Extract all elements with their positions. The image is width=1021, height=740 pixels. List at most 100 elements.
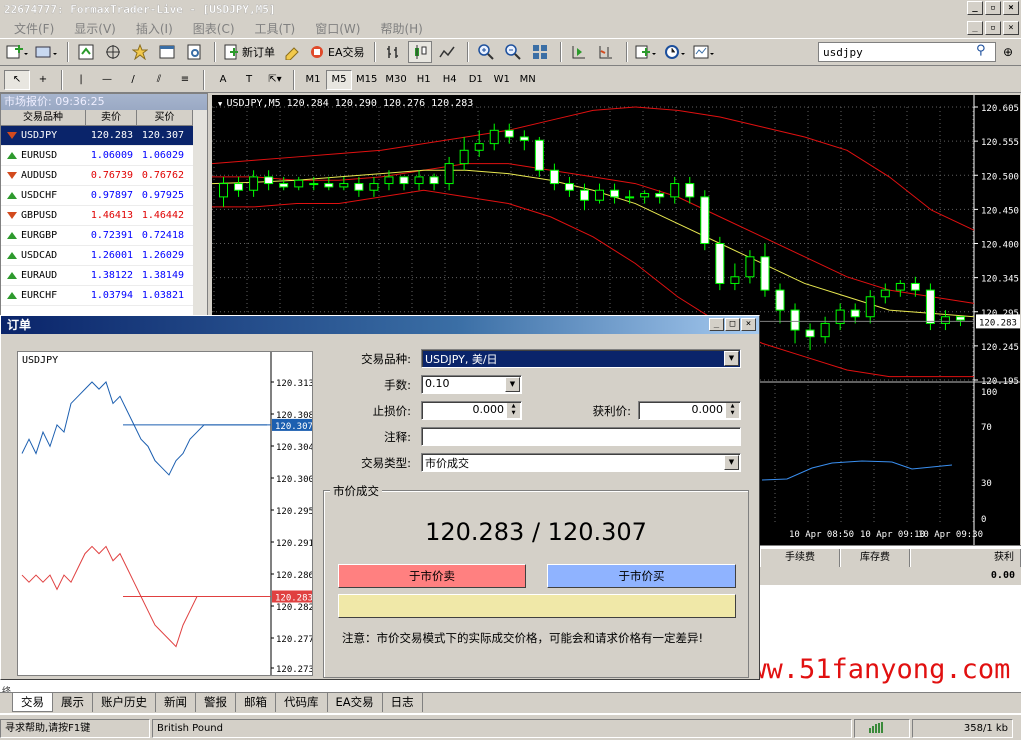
text-tool-icon[interactable]: A — [210, 70, 236, 90]
volume-combo[interactable]: 0.10 ▼ — [421, 375, 522, 394]
stop-loss-input[interactable]: 0.000 ▲ ▼ — [421, 401, 522, 420]
crosshair-tool-icon[interactable]: + — [30, 70, 56, 90]
timeframe-h4[interactable]: H4 — [437, 70, 463, 90]
navigator-star-icon[interactable] — [128, 41, 152, 63]
column-ask[interactable]: 买价 — [137, 110, 193, 125]
close-position-button[interactable] — [338, 594, 736, 618]
symbol-select[interactable]: USDJPY, 美/日 ▼ — [421, 349, 741, 368]
take-profit-spinner[interactable]: ▲ ▼ — [726, 403, 739, 418]
candle-body — [264, 176, 274, 185]
chevron-down-icon[interactable]: ▼ — [724, 351, 739, 366]
strategy-tester-icon[interactable] — [182, 41, 206, 63]
child-close-button[interactable]: × — [1003, 21, 1019, 35]
take-profit-input[interactable]: 0.000 ▲ ▼ — [638, 401, 741, 420]
line-chart-icon[interactable] — [435, 41, 459, 63]
dialog-maximize-button[interactable]: □ — [725, 318, 740, 331]
tab-experts[interactable]: EA交易 — [328, 693, 383, 712]
child-minimize-button[interactable]: _ — [967, 21, 983, 35]
indicators-icon[interactable] — [633, 41, 659, 63]
terminal-toggle[interactable] — [155, 41, 179, 63]
equidistant-channel-icon[interactable]: ⫽ — [146, 70, 172, 90]
column-profit[interactable]: 获利 — [910, 549, 1021, 567]
timeframe-d1[interactable]: D1 — [463, 70, 489, 90]
cursor-tool-icon[interactable]: ↖ — [4, 69, 30, 90]
autoscroll-icon[interactable] — [567, 41, 591, 63]
zoom-out-icon[interactable] — [501, 41, 525, 63]
market-watch-row[interactable]: USDJPY 120.283 120.307 — [1, 126, 207, 146]
buy-by-market-button[interactable]: 于市价买 — [547, 564, 736, 588]
fibonacci-icon[interactable]: ≡ — [172, 70, 198, 90]
order-type-select[interactable]: 市价成交 ▼ — [421, 453, 741, 472]
market-watch-row[interactable]: EURGBP 0.72391 0.72418 — [1, 226, 207, 246]
new-chart-button[interactable] — [4, 41, 30, 63]
menu-view[interactable]: 显示(V) — [64, 20, 126, 37]
candlestick-icon[interactable] — [408, 41, 433, 63]
tab-trade[interactable]: 交易 — [12, 693, 53, 712]
horizontal-line-icon[interactable]: — — [94, 70, 120, 90]
chevron-down-icon[interactable]: ▼ — [724, 455, 739, 470]
trendline-icon[interactable]: / — [120, 70, 146, 90]
timeframe-m15[interactable]: M15 — [352, 70, 381, 90]
templates-icon[interactable] — [691, 41, 717, 63]
periods-clock-icon[interactable] — [662, 41, 688, 63]
text-label-icon[interactable]: T — [236, 70, 262, 90]
market-watch-scrollbar[interactable] — [193, 110, 207, 317]
menu-insert[interactable]: 插入(I) — [126, 20, 183, 37]
dialog-close-button[interactable]: × — [741, 318, 756, 331]
timeframe-mn[interactable]: MN — [515, 70, 541, 90]
market-watch-row[interactable]: EURUSD 1.06009 1.06029 — [1, 146, 207, 166]
close-button[interactable]: × — [1003, 1, 1019, 15]
tab-news[interactable]: 新闻 — [156, 693, 196, 712]
ea-trading-button[interactable]: EA交易 — [307, 41, 366, 63]
dialog-minimize-button[interactable]: _ — [709, 318, 724, 331]
search-input[interactable] — [818, 42, 996, 62]
column-bid[interactable]: 卖价 — [86, 110, 137, 125]
market-watch-row[interactable]: GBPUSD 1.46413 1.46442 — [1, 206, 207, 226]
column-commission[interactable]: 手续费 — [760, 549, 840, 567]
data-window-icon[interactable] — [101, 41, 125, 63]
menu-file[interactable]: 文件(F) — [4, 20, 64, 37]
tile-windows-icon[interactable] — [528, 41, 552, 63]
timeframe-m5[interactable]: M5 — [326, 69, 352, 90]
bar-chart-icon[interactable] — [381, 41, 405, 63]
column-symbol[interactable]: 交易品种 — [1, 110, 86, 125]
tab-alerts[interactable]: 警报 — [196, 693, 236, 712]
tab-code-base[interactable]: 代码库 — [276, 693, 328, 712]
profiles-button[interactable] — [33, 41, 59, 63]
menu-tools[interactable]: 工具(T) — [245, 20, 306, 37]
chart-shift-icon[interactable] — [594, 41, 618, 63]
menu-charts[interactable]: 图表(C) — [183, 20, 245, 37]
child-restore-button[interactable]: ▫ — [985, 21, 1001, 35]
timeframe-m1[interactable]: M1 — [300, 70, 326, 90]
chevron-down-icon[interactable]: ▼ — [505, 377, 520, 392]
tab-mailbox[interactable]: 邮箱 — [236, 693, 276, 712]
market-watch-row[interactable]: EURAUD 1.38122 1.38149 — [1, 266, 207, 286]
market-watch-row[interactable]: USDCHF 0.97897 0.97925 — [1, 186, 207, 206]
tab-exposure[interactable]: 展示 — [53, 693, 93, 712]
timeframe-h1[interactable]: H1 — [411, 70, 437, 90]
market-watch-row[interactable]: AUDUSD 0.76739 0.76762 — [1, 166, 207, 186]
search-options-icon[interactable]: ⊕ — [998, 42, 1018, 62]
comment-input[interactable] — [421, 427, 741, 446]
market-watch-toggle[interactable] — [74, 41, 98, 63]
market-watch-row[interactable]: USDCAD 1.26001 1.26029 — [1, 246, 207, 266]
vertical-line-icon[interactable]: | — [68, 70, 94, 90]
column-swap[interactable]: 库存费 — [840, 549, 910, 567]
metaeditor-icon[interactable] — [280, 41, 304, 63]
restore-button[interactable]: ▫ — [985, 1, 1001, 15]
search-icon[interactable]: ⚲ — [976, 43, 986, 58]
timeframe-w1[interactable]: W1 — [489, 70, 515, 90]
sell-by-market-button[interactable]: 于市价卖 — [338, 564, 526, 588]
status-profile[interactable]: British Pound — [152, 719, 852, 738]
timeframe-m30[interactable]: M30 — [381, 70, 410, 90]
minimize-button[interactable]: _ — [967, 1, 983, 15]
arrows-tool-icon[interactable]: ⇱▾ — [262, 70, 288, 90]
tab-journal[interactable]: 日志 — [383, 693, 423, 712]
new-order-button[interactable]: 新订单 — [221, 41, 277, 63]
menu-window[interactable]: 窗口(W) — [305, 20, 370, 37]
market-watch-row[interactable]: EURCHF 1.03794 1.03821 — [1, 286, 207, 306]
stop-loss-spinner[interactable]: ▲ ▼ — [507, 403, 520, 418]
tab-account-history[interactable]: 账户历史 — [93, 693, 156, 712]
zoom-in-icon[interactable] — [474, 41, 498, 63]
menu-help[interactable]: 帮助(H) — [370, 20, 432, 37]
